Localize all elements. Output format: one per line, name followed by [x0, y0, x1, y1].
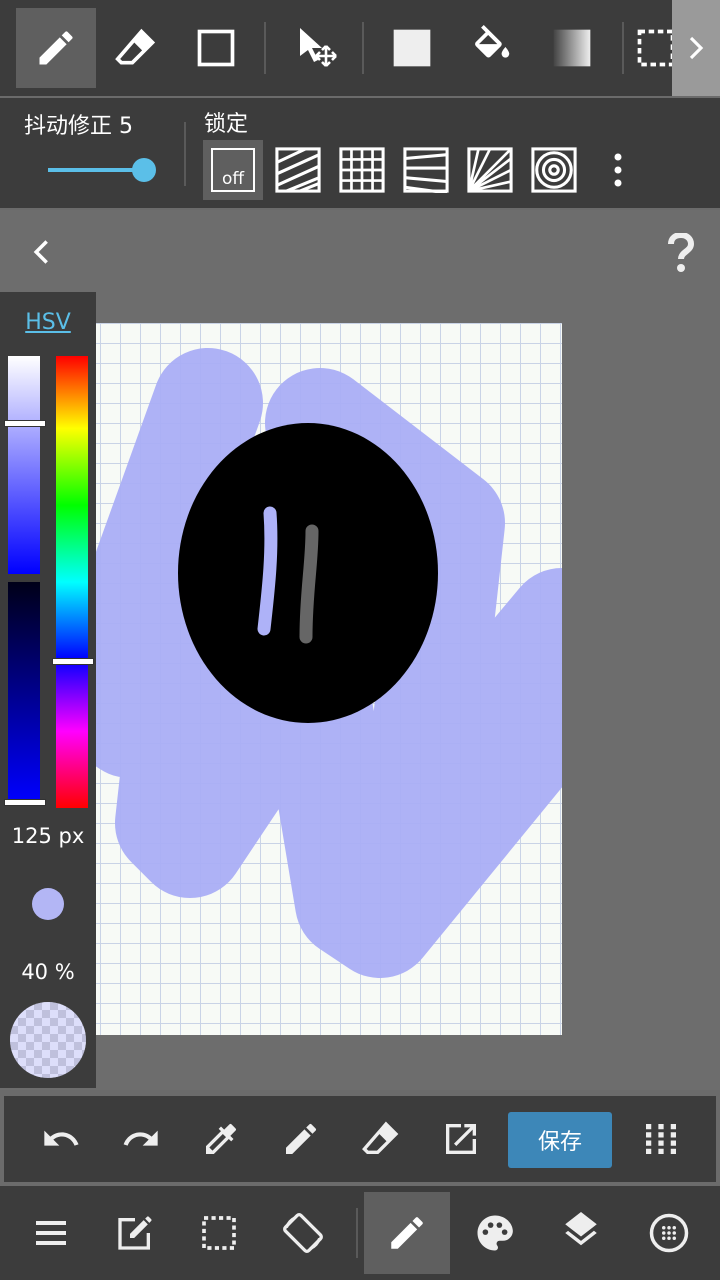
pencil-icon	[39, 31, 73, 65]
palette-icon	[477, 1215, 513, 1251]
divider	[356, 1208, 358, 1258]
selection-button[interactable]	[192, 1206, 246, 1260]
layers-icon	[565, 1212, 597, 1246]
divider	[264, 22, 266, 74]
screen-rotation-icon	[283, 1213, 323, 1253]
undo-button[interactable]	[36, 1114, 86, 1164]
save-button[interactable]: 保存	[508, 1112, 612, 1168]
lock-radial-button[interactable]	[460, 140, 520, 200]
menu-grid-button[interactable]	[636, 1114, 686, 1164]
current-color-swatch[interactable]	[10, 1002, 86, 1078]
eraser-tool-button[interactable]	[96, 8, 176, 88]
redo-icon	[123, 1130, 158, 1146]
hamburger-menu-icon	[36, 1221, 66, 1245]
lock-label: 锁定	[204, 112, 249, 137]
dashed-selection-icon	[202, 1216, 236, 1250]
opacity-label[interactable]: 40 %	[0, 960, 96, 984]
move-tool-button[interactable]	[276, 8, 356, 88]
lock-concentric-button[interactable]	[524, 140, 584, 200]
share-button[interactable]	[436, 1114, 486, 1164]
hue-bar[interactable]	[56, 356, 88, 808]
chevron-right-icon	[689, 36, 704, 60]
lock-off-label: off	[221, 169, 245, 189]
value-bar[interactable]	[8, 582, 40, 802]
open-external-icon	[446, 1124, 476, 1154]
color-panel: HSV 125 px 40 %	[0, 292, 96, 1088]
action-bar: 保存	[4, 1096, 716, 1182]
edit-canvas-button[interactable]	[108, 1206, 162, 1260]
more-vert-icon	[614, 153, 622, 187]
artwork	[60, 348, 562, 978]
brush-options-bar: 抖动修正 5 锁定 off	[0, 98, 720, 208]
square-outline-icon	[197, 29, 235, 67]
lock-parallel-button[interactable]	[268, 140, 328, 200]
pen-tool-button[interactable]	[16, 8, 96, 88]
parallel-lines-icon	[275, 147, 321, 193]
concentric-circles-icon	[531, 147, 577, 193]
divider	[622, 22, 624, 74]
top-toolbar	[0, 0, 720, 96]
toolbar-scroll-right-button[interactable]	[672, 0, 720, 96]
bucket-tool-button[interactable]	[452, 8, 532, 88]
halftone-circle-icon	[649, 1213, 689, 1253]
redo-button[interactable]	[116, 1114, 166, 1164]
gradient-icon	[553, 29, 591, 67]
move-arrow-icon	[300, 28, 337, 67]
saturation-bar[interactable]	[8, 356, 40, 574]
eyedropper-icon	[206, 1124, 236, 1154]
bottom-nav-bar	[0, 1186, 720, 1280]
divider	[184, 122, 186, 186]
filled-square-icon	[393, 29, 431, 67]
drawing-canvas[interactable]	[60, 323, 562, 1035]
help-question-icon	[668, 233, 695, 272]
color-palette-button[interactable]	[468, 1206, 522, 1260]
pencil-icon	[391, 1217, 423, 1249]
main-menu-button[interactable]	[24, 1206, 78, 1260]
lock-grid-button[interactable]	[332, 140, 392, 200]
color-mode-link[interactable]: HSV	[0, 310, 96, 335]
brush-size-preview	[32, 888, 64, 920]
lock-off-icon: off	[211, 148, 255, 192]
eyedropper-button[interactable]	[196, 1114, 246, 1164]
divider	[362, 22, 364, 74]
value-bar-thumb[interactable]	[4, 799, 46, 806]
more-options-button[interactable]	[590, 140, 646, 200]
saturation-bar-thumb[interactable]	[4, 420, 46, 427]
current-color-fill	[10, 1002, 86, 1078]
rotate-canvas-button[interactable]	[276, 1206, 330, 1260]
grid-icon	[339, 147, 385, 193]
fill-tool-button[interactable]	[372, 8, 452, 88]
brush-tab-button[interactable]	[364, 1192, 450, 1274]
help-button[interactable]	[656, 228, 706, 278]
paint-bucket-icon	[475, 25, 510, 58]
gradient-tool-button[interactable]	[532, 8, 612, 88]
radial-lines-icon	[467, 147, 513, 193]
dots-grid-icon	[646, 1124, 676, 1154]
brush-size-label[interactable]: 125 px	[0, 824, 96, 848]
back-button[interactable]	[20, 230, 64, 274]
hue-bar-thumb[interactable]	[52, 658, 94, 665]
pencil-icon	[286, 1123, 317, 1154]
eraser-icon	[362, 1121, 399, 1154]
shape-tool-button[interactable]	[176, 8, 256, 88]
stabilizer-slider-thumb[interactable]	[132, 158, 156, 182]
materials-button[interactable]	[642, 1206, 696, 1260]
pen-button[interactable]	[276, 1114, 326, 1164]
lock-perspective-button[interactable]	[396, 140, 456, 200]
edit-square-icon	[118, 1216, 152, 1250]
layers-button[interactable]	[554, 1206, 608, 1260]
undo-icon	[44, 1130, 79, 1146]
chevron-left-icon	[33, 240, 48, 264]
eraser-button[interactable]	[356, 1114, 406, 1164]
lock-off-button[interactable]: off	[203, 140, 263, 200]
eraser-icon	[115, 28, 156, 65]
gray-mark	[299, 524, 319, 644]
stabilizer-label: 抖动修正 5	[24, 114, 133, 139]
perspective-lines-icon	[403, 147, 449, 193]
blue-mark	[257, 506, 278, 636]
